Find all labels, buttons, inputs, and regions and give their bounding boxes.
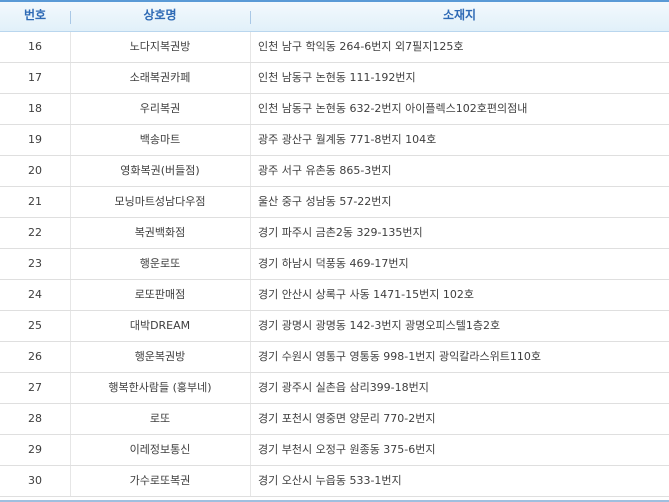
column-separator [250,63,251,93]
row-address: 경기 광주시 실촌읍 삼리399-18번지 [258,381,429,394]
header-address: 소재지 [442,8,477,22]
header-store-name: 상호명 [143,8,177,22]
row-store-name: 행운복권방 [134,350,186,363]
row-address: 경기 안산시 상록구 사동 1471-15번지 102호 [258,288,474,301]
row-number: 17 [28,71,42,84]
column-separator [250,466,251,496]
row-store-name: 복권백화점 [134,226,186,239]
row-address: 인천 남동구 논현동 111-192번지 [258,71,416,84]
row-store-name: 행복한사람들 (홍부네) [108,381,212,394]
table-row: 30 가수로또복권 경기 오산시 누읍동 533-1번지 [0,466,669,497]
row-number: 16 [28,40,42,53]
table-row: 28 로또 경기 포천시 영중면 양문리 770-2번지 [0,404,669,435]
row-store-name: 백송마트 [139,133,181,146]
row-store-name: 모닝마트성남다우점 [114,195,206,208]
row-store-name: 이레정보통신 [129,443,191,456]
column-separator [250,187,251,217]
table-body: 16 노다지복권방 인천 남구 학익동 264-6번지 외7필지125호 17 … [0,32,669,497]
row-number: 20 [28,164,42,177]
column-separator [250,32,251,62]
row-address: 경기 오산시 누읍동 533-1번지 [258,474,402,487]
row-address: 인천 남구 학익동 264-6번지 외7필지125호 [258,40,464,53]
row-number: 25 [28,319,42,332]
row-address: 울산 중구 성남동 57-22번지 [258,195,392,208]
row-store-name: 노다지복권방 [129,40,191,53]
row-number: 22 [28,226,42,239]
row-store-name: 대박DREAM [129,319,191,332]
row-number: 27 [28,381,42,394]
table-row: 16 노다지복권방 인천 남구 학익동 264-6번지 외7필지125호 [0,32,669,63]
row-number: 24 [28,288,42,301]
table-header: 번호 상호명 소재지 [0,0,669,32]
column-separator [250,125,251,155]
column-separator [250,218,251,248]
store-table: 번호 상호명 소재지 16 노다지복권방 인천 남구 학익동 264-6번지 외… [0,0,669,502]
column-separator [250,280,251,310]
row-address: 경기 부천시 오정구 원종동 375-6번지 [258,443,436,456]
column-separator [250,156,251,186]
row-address: 경기 광명시 광명동 142-3번지 광명오피스텔1층2호 [258,319,501,332]
header-number: 번호 [23,8,47,22]
row-store-name: 우리복권 [139,102,181,115]
row-address: 광주 광산구 월계동 771-8번지 104호 [258,133,437,146]
row-address: 인천 남동구 논현동 632-2번지 아이플렉스102호편의점내 [258,102,528,115]
row-address: 광주 서구 유촌동 865-3번지 [258,164,392,177]
row-number: 30 [28,474,42,487]
row-number: 28 [28,412,42,425]
row-number: 26 [28,350,42,363]
table-row: 25 대박DREAM 경기 광명시 광명동 142-3번지 광명오피스텔1층2호 [0,311,669,342]
row-store-name: 행운로또 [139,257,181,270]
table-row: 19 백송마트 광주 광산구 월계동 771-8번지 104호 [0,125,669,156]
table-row: 23 행운로또 경기 하남시 덕풍동 469-17번지 [0,249,669,280]
column-separator [250,94,251,124]
row-store-name: 가수로또복권 [129,474,191,487]
row-number: 21 [28,195,42,208]
row-address: 경기 포천시 영중면 양문리 770-2번지 [258,412,436,425]
row-number: 19 [28,133,42,146]
table-row: 27 행복한사람들 (홍부네) 경기 광주시 실촌읍 삼리399-18번지 [0,373,669,404]
row-store-name: 로또판매점 [134,288,186,301]
row-address: 경기 하남시 덕풍동 469-17번지 [258,257,409,270]
table-row: 22 복권백화점 경기 파주시 금촌2동 329-135번지 [0,218,669,249]
column-separator [250,311,251,341]
row-address: 경기 파주시 금촌2동 329-135번지 [258,226,423,239]
table-row: 29 이레정보통신 경기 부천시 오정구 원종동 375-6번지 [0,435,669,466]
column-separator [250,342,251,372]
column-separator [250,435,251,465]
table-row: 17 소래복권카페 인천 남동구 논현동 111-192번지 [0,63,669,94]
column-separator [250,249,251,279]
row-store-name: 소래복권카페 [129,71,191,84]
table-row: 26 행운복권방 경기 수원시 영통구 영통동 998-1번지 광익칼라스위트1… [0,342,669,373]
row-store-name: 로또 [149,412,171,425]
table-row: 20 영화복권(버들점) 광주 서구 유촌동 865-3번지 [0,156,669,187]
table-row: 18 우리복권 인천 남동구 논현동 632-2번지 아이플렉스102호편의점내 [0,94,669,125]
column-separator [250,404,251,434]
row-store-name: 영화복권(버들점) [120,164,200,177]
column-separator [250,373,251,403]
row-number: 18 [28,102,42,115]
table-row: 21 모닝마트성남다우점 울산 중구 성남동 57-22번지 [0,187,669,218]
row-number: 29 [28,443,42,456]
row-address: 경기 수원시 영통구 영통동 998-1번지 광익칼라스위트110호 [258,350,541,363]
row-number: 23 [28,257,42,270]
table-row: 24 로또판매점 경기 안산시 상록구 사동 1471-15번지 102호 [0,280,669,311]
